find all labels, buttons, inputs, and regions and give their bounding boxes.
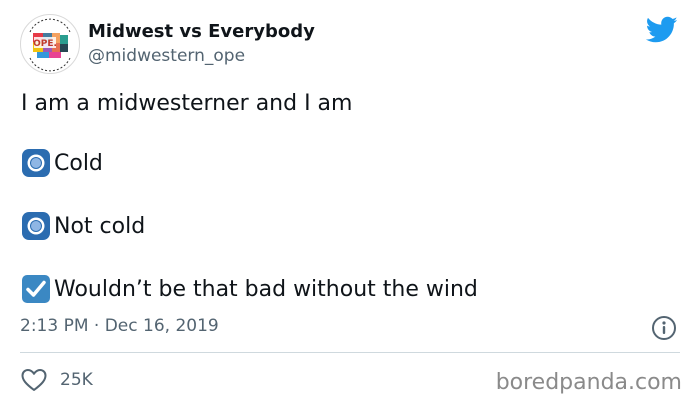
user-handle[interactable]: @midwestern_ope [88, 46, 245, 66]
avatar[interactable]: OPE. [20, 14, 80, 74]
like-count[interactable]: 25K [60, 369, 93, 391]
display-name[interactable]: Midwest vs Everybody [88, 21, 315, 43]
info-icon[interactable] [651, 315, 677, 341]
option-wind: Wouldn’t be that bad without the wind [54, 277, 478, 302]
option-not-cold: Not cold [54, 214, 146, 239]
tweet-text: I am a midwesterner and I am [21, 91, 353, 116]
midwest-map-logo: OPE. [22, 16, 78, 72]
svg-text:OPE.: OPE. [33, 39, 57, 49]
divider [20, 352, 680, 353]
radio-icon [22, 212, 50, 240]
tweet-timestamp[interactable]: 2:13 PM · Dec 16, 2019 [20, 315, 219, 337]
checkbox-checked-icon [22, 275, 50, 303]
heart-icon[interactable] [20, 367, 48, 393]
option-cold: Cold [54, 151, 103, 176]
radio-icon [22, 149, 50, 177]
watermark: boredpanda.com [495, 370, 682, 395]
twitter-bird-icon [646, 16, 678, 43]
